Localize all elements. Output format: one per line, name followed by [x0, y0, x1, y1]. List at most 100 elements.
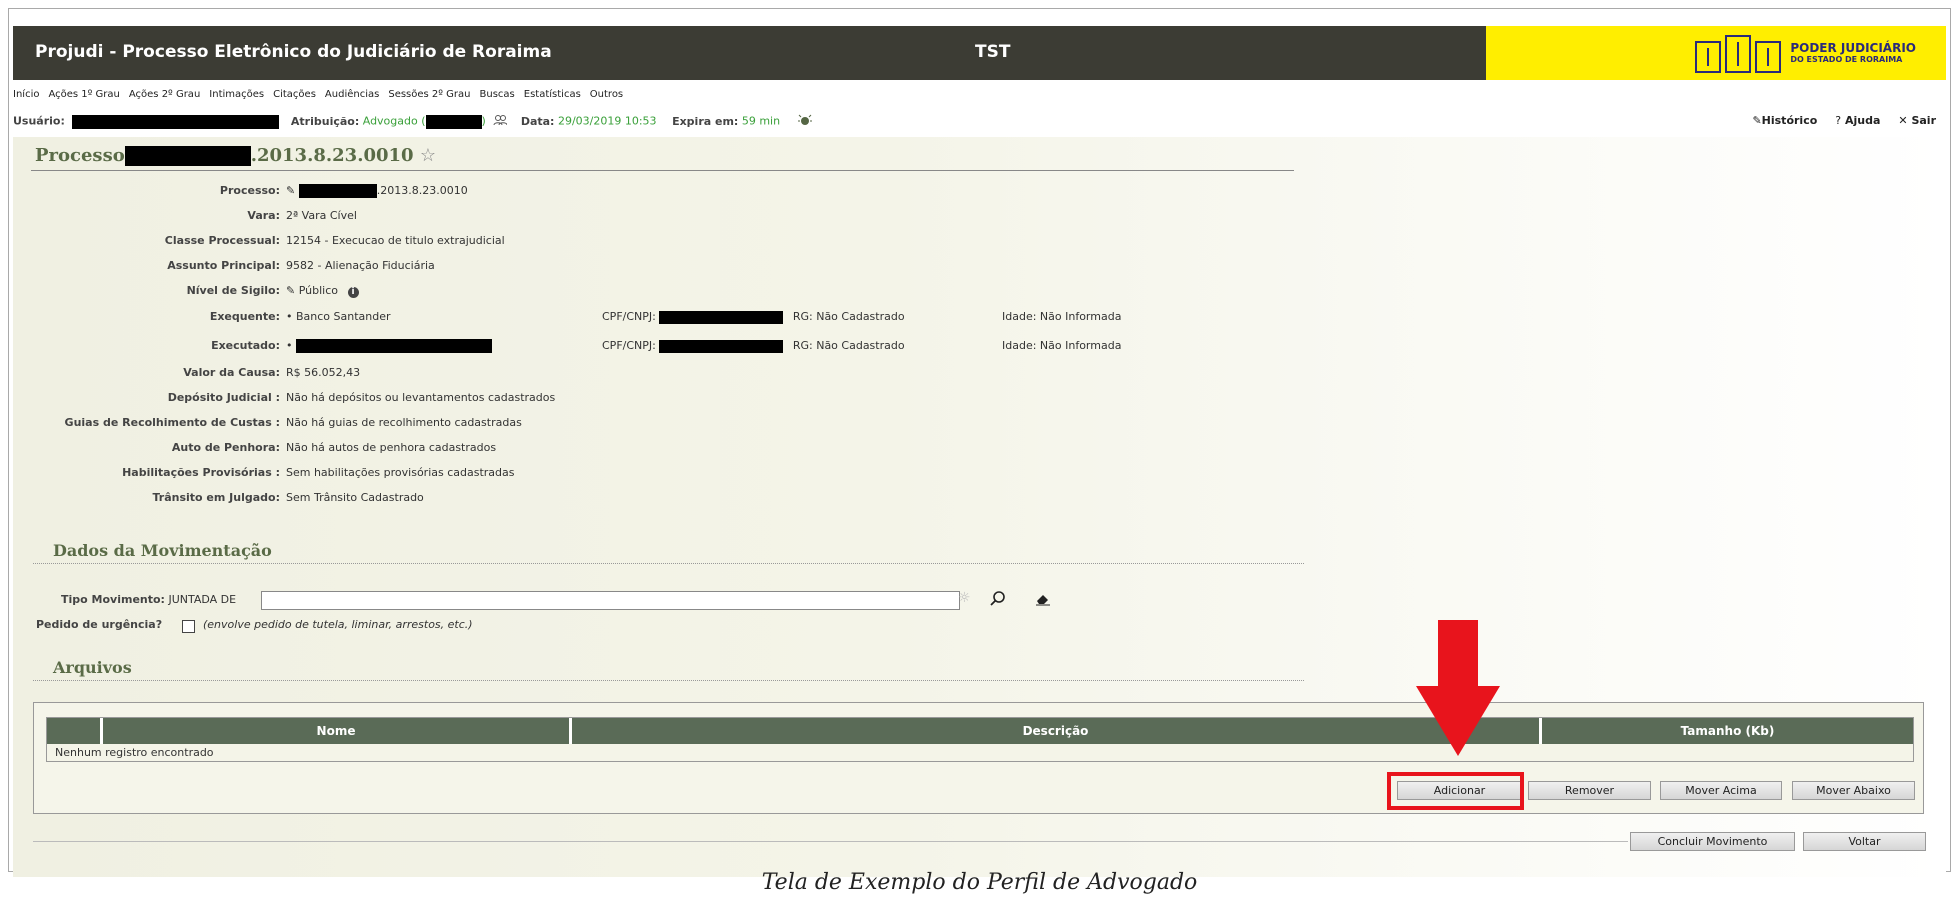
tipo-movimento-label: Tipo Movimento:	[61, 593, 165, 606]
exequente-value: • Banco Santander	[286, 310, 391, 323]
menu-item-inicio[interactable]: Início	[13, 89, 39, 105]
conclude-movement-button[interactable]: Concluir Movimento	[1630, 832, 1795, 851]
exequente-docs: CPF/CNPJ: RG: Não Cadastrado	[602, 310, 905, 324]
bug-icon[interactable]	[797, 114, 812, 129]
col-select	[47, 718, 103, 744]
executado-cpf-label: CPF/CNPJ:	[602, 339, 656, 352]
menu-item-citacoes[interactable]: Citações	[273, 89, 316, 105]
menu-item-audiencias[interactable]: Audiências	[325, 89, 379, 105]
add-button-highlight	[1387, 772, 1524, 810]
role-value: Advogado (	[362, 114, 426, 128]
field-sigilo: Nível de Sigilo: ✎ Público i	[0, 284, 359, 302]
processo-label: Processo:	[219, 184, 280, 197]
assunto-value: 9582 - Alienação Fiduciária	[286, 259, 435, 272]
tipo-movimento-input[interactable]	[261, 591, 960, 610]
files-table-header: Nome Descrição Tamanho (Kb)	[47, 718, 1913, 744]
court-logo: PODER JUDICIÁRIO DO ESTADO DE RORAIMA	[1694, 34, 1916, 74]
move-down-button[interactable]: Mover Abaixo	[1792, 781, 1915, 800]
menu-item-acoes-1-grau[interactable]: Ações 1º Grau	[48, 89, 119, 105]
penhora-label: Auto de Penhora:	[171, 441, 280, 454]
menu-item-buscas[interactable]: Buscas	[480, 89, 515, 105]
expires-value: 59 min	[741, 114, 781, 128]
urgencia-hint: (envolve pedido de tutela, liminar, arre…	[203, 618, 473, 631]
executado-docs: CPF/CNPJ: RG: Não Cadastrado	[602, 339, 905, 353]
info-icon[interactable]: i	[347, 287, 359, 298]
exequente-rg: RG: Não Cadastrado	[792, 310, 905, 323]
penhora-value: Não há autos de penhora cadastrados	[286, 441, 497, 454]
movimentacao-section-title: Dados da Movimentação	[53, 541, 272, 560]
valor-label: Valor da Causa:	[183, 366, 280, 379]
close-icon: ✕	[1898, 114, 1908, 127]
classe-value: 12154 - Execucao de titulo extrajudicial	[286, 234, 505, 247]
role-close: )	[481, 114, 486, 128]
urgencia-checkbox[interactable]	[182, 620, 195, 633]
menu-item-estatisticas[interactable]: Estatísticas	[524, 89, 581, 105]
menu-item-sessoes-2-grau[interactable]: Sessões 2º Grau	[388, 89, 470, 105]
court-emblem-icon	[1695, 35, 1782, 73]
col-tamanho: Tamanho (Kb)	[1680, 724, 1775, 738]
logo-text: PODER JUDICIÁRIO DO ESTADO DE RORAIMA	[1790, 41, 1916, 65]
processo-value: ✎ .2013.8.23.0010	[286, 184, 468, 198]
deposito-label: Depósito Judicial :	[167, 391, 280, 404]
eraser-icon[interactable]	[1035, 592, 1051, 609]
arquivos-divider	[33, 680, 1304, 681]
exit-link[interactable]: ✕ Sair	[1898, 114, 1936, 127]
executado-label: Executado:	[211, 339, 280, 352]
exequente-label: Exequente:	[209, 310, 280, 323]
main-menu: Início Ações 1º Grau Ações 2º Grau Intim…	[13, 89, 623, 105]
pencil-icon[interactable]: ✎	[286, 284, 295, 297]
remove-file-button[interactable]: Remover	[1528, 781, 1651, 800]
field-assunto: Assunto Principal: 9582 - Alienação Fidu…	[0, 259, 435, 277]
session-info-bar: Usuário: Atribuição: Advogado () Data: 2…	[13, 114, 1946, 130]
expires-label: Expira em:	[672, 114, 739, 128]
redacted-executado-cpf	[659, 339, 784, 353]
field-deposito: Depósito Judicial : Não há depósitos ou …	[0, 391, 556, 409]
app-header: Projudi - Processo Eletrônico do Judiciá…	[13, 26, 1946, 80]
user-label: Usuário:	[13, 114, 65, 128]
col-nome: Nome	[103, 718, 572, 744]
pencil-icon[interactable]: ✎	[286, 184, 295, 197]
menu-item-acoes-2-grau[interactable]: Ações 2º Grau	[129, 89, 200, 105]
top-right-links: ✎Histórico ? Ajuda ✕ Sair	[1752, 114, 1936, 127]
movimentacao-divider	[33, 563, 1304, 564]
help-link[interactable]: ? Ajuda	[1835, 114, 1880, 127]
vara-value: 2ª Vara Cível	[286, 209, 357, 222]
logo-line-2: DO ESTADO DE RORAIMA	[1790, 55, 1903, 64]
tipo-movimento-row: Tipo Movimento: JUNTADA DE	[61, 593, 236, 606]
move-up-button[interactable]: Mover Acima	[1660, 781, 1782, 800]
exequente-cpf-label: CPF/CNPJ:	[602, 310, 656, 323]
menu-item-intimacoes[interactable]: Intimações	[209, 89, 264, 105]
classe-label: Classe Processual:	[164, 234, 280, 247]
field-classe: Classe Processual: 12154 - Execucao de t…	[0, 234, 505, 252]
executado-idade: Idade: Não Informada	[1002, 339, 1122, 352]
deposito-value: Não há depósitos ou levantamentos cadast…	[286, 391, 556, 404]
process-title-suffix: .2013.8.23.0010	[250, 145, 414, 166]
empty-table-row: Nenhum registro encontrado	[47, 744, 1913, 761]
guias-label: Guias de Recolhimento de Custas :	[64, 416, 280, 429]
history-label: Histórico	[1761, 114, 1818, 127]
search-icon[interactable]	[989, 590, 1007, 611]
valor-value: R$ 56.052,43	[286, 366, 361, 379]
guias-value: Não há guias de recolhimento cadastradas	[286, 416, 522, 429]
back-button[interactable]: Voltar	[1803, 832, 1926, 851]
field-habilitacoes: Habilitações Provisórias : Sem habilitaç…	[0, 466, 514, 484]
pencil-icon: ✎	[1752, 114, 1762, 127]
question-icon: ?	[1835, 114, 1842, 127]
sigilo-value: ✎ Público i	[286, 284, 359, 298]
star-icon[interactable]: ☆	[420, 145, 436, 166]
habilitacoes-label: Habilitações Provisórias :	[122, 466, 280, 479]
exequente-name: Banco Santander	[296, 310, 391, 323]
history-link[interactable]: ✎Histórico	[1752, 114, 1817, 127]
exit-label: Sair	[1911, 114, 1936, 127]
redacted-executado-name	[296, 339, 492, 353]
urgencia-row: Pedido de urgência?	[36, 618, 162, 631]
menu-item-outros[interactable]: Outros	[590, 89, 623, 105]
logo-line-1: PODER JUDICIÁRIO	[1790, 41, 1916, 55]
role-label: Atribuição:	[290, 114, 360, 128]
users-icon[interactable]	[493, 114, 508, 129]
field-guias: Guias de Recolhimento de Custas : Não há…	[0, 416, 522, 434]
annotation-arrow-shaft	[1438, 620, 1478, 688]
redacted-oab	[425, 114, 482, 129]
tipo-movimento-prefix: JUNTADA DE	[168, 593, 237, 606]
field-valor: Valor da Causa: R$ 56.052,43	[0, 366, 360, 384]
